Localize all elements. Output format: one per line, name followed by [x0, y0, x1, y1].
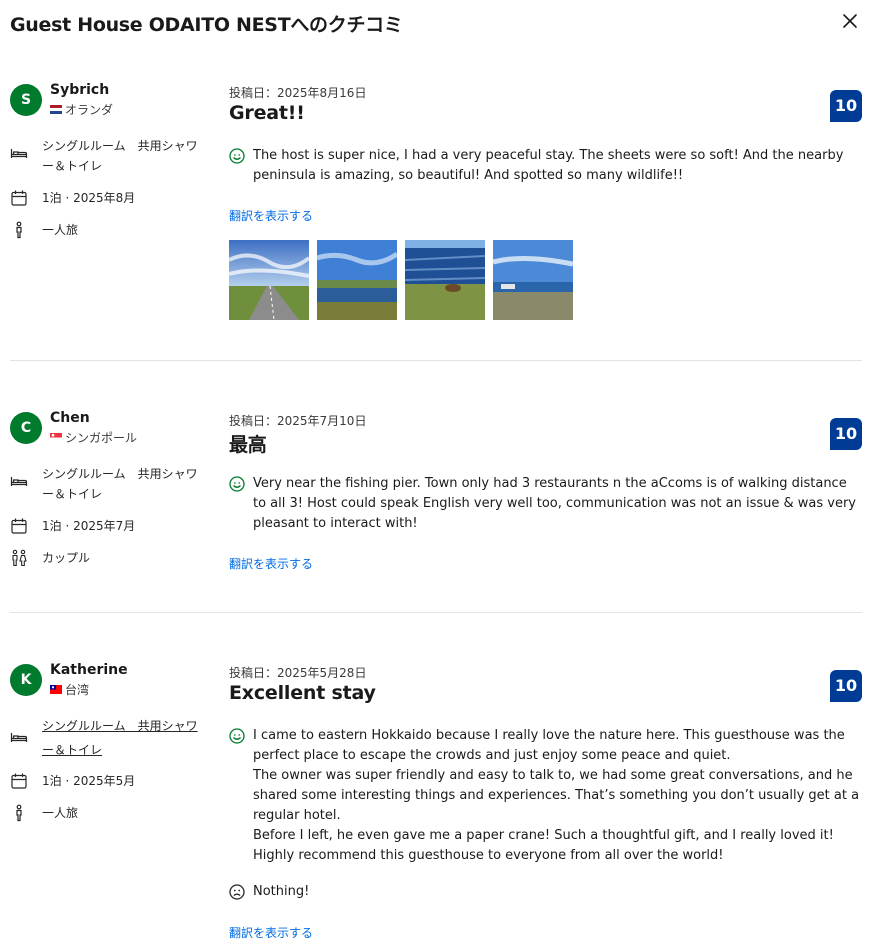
- positive-text: The host is super nice, I had a very pea…: [253, 148, 844, 183]
- positive-text: I came to eastern Hokkaido because I rea…: [253, 728, 860, 863]
- reviewer-name: Katherine: [50, 662, 128, 678]
- show-translation-link[interactable]: 翻訳を表示する: [229, 924, 313, 941]
- review-title: Great!!: [229, 102, 305, 124]
- room-type: シングルルーム 共用シャワー＆トイレ: [10, 464, 210, 504]
- review-photo[interactable]: [493, 240, 573, 320]
- traveler-type: カップル: [10, 548, 210, 568]
- stay-label: 1泊 · 2025年7月: [42, 519, 136, 533]
- review-date: 投稿日：2025年8月16日: [229, 86, 367, 100]
- stay-label: 1泊 · 2025年5月: [42, 774, 136, 788]
- bed-icon: [10, 477, 28, 486]
- modal-header: Guest House ODAITO NESTへのクチコミ: [10, 8, 865, 38]
- calendar-icon: [11, 518, 27, 534]
- review-photo[interactable]: [229, 240, 309, 320]
- couple-icon: [12, 549, 27, 567]
- reviewer-name: Sybrich: [50, 82, 110, 98]
- room-type-label: シングルルーム 共用シャワー＆トイレ: [42, 139, 198, 173]
- reviewer-country: シンガポール: [50, 429, 137, 446]
- solo-traveler-icon: [16, 804, 22, 822]
- positive-comment: I came to eastern Hokkaido because I rea…: [229, 726, 862, 866]
- happy-face-icon: [229, 476, 245, 492]
- solo-traveler-icon: [16, 221, 22, 239]
- room-type-link[interactable]: シングルルーム 共用シャワー＆トイレ: [42, 714, 202, 762]
- sad-face-icon: [229, 884, 245, 900]
- score-badge: 10: [830, 90, 862, 122]
- traveler-type-label: カップル: [42, 551, 91, 565]
- stay-label: 1泊 · 2025年8月: [42, 191, 136, 205]
- country-label: 台湾: [65, 683, 90, 697]
- score-badge: 10: [830, 418, 862, 450]
- show-translation-link[interactable]: 翻訳を表示する: [229, 555, 313, 572]
- country-label: シンガポール: [65, 431, 138, 445]
- traveler-type: 一人旅: [10, 803, 210, 823]
- country-label: オランダ: [65, 103, 114, 117]
- flag-singapore-icon: [50, 433, 62, 442]
- review-title: Excellent stay: [229, 682, 376, 704]
- divider: [10, 612, 862, 613]
- stay-info: 1泊 · 2025年5月: [10, 771, 210, 791]
- happy-face-icon: [229, 148, 245, 164]
- positive-comment: Very near the fishing pier. Town only ha…: [229, 474, 862, 534]
- calendar-icon: [11, 773, 27, 789]
- score-badge: 10: [830, 670, 862, 702]
- avatar: C: [10, 412, 42, 444]
- review-photo[interactable]: [405, 240, 485, 320]
- close-icon: [843, 14, 857, 28]
- review-date: 投稿日：2025年7月10日: [229, 414, 367, 428]
- positive-text: Very near the fishing pier. Town only ha…: [253, 476, 856, 531]
- positive-comment: The host is super nice, I had a very pea…: [229, 146, 862, 186]
- review-photo[interactable]: [317, 240, 397, 320]
- room-type[interactable]: シングルルーム 共用シャワー＆トイレ: [10, 714, 210, 762]
- traveler-type-label: 一人旅: [42, 806, 79, 820]
- review-date: 投稿日：2025年5月28日: [229, 666, 367, 680]
- negative-text: Nothing!: [253, 884, 310, 899]
- flag-netherlands-icon: [50, 105, 62, 114]
- review-card: K Katherine 台湾 シングルルーム 共用シャワー＆トイレ 1泊 · 2…: [10, 662, 862, 944]
- review-title: 最高: [229, 434, 267, 456]
- flag-taiwan-icon: [50, 685, 62, 694]
- modal-title: Guest House ODAITO NESTへのクチコミ: [10, 14, 403, 36]
- reviewer-country: オランダ: [50, 101, 113, 118]
- avatar: K: [10, 664, 42, 696]
- room-type: シングルルーム 共用シャワー＆トイレ: [10, 136, 210, 176]
- bed-icon: [10, 733, 28, 742]
- reviewer-country: 台湾: [50, 681, 89, 698]
- negative-comment: Nothing!: [229, 882, 862, 902]
- traveler-type-label: 一人旅: [42, 223, 79, 237]
- stay-info: 1泊 · 2025年7月: [10, 516, 210, 536]
- happy-face-icon: [229, 728, 245, 744]
- stay-info: 1泊 · 2025年8月: [10, 188, 210, 208]
- reviewer-name: Chen: [50, 410, 90, 426]
- review-photos: [229, 240, 581, 320]
- traveler-type: 一人旅: [10, 220, 210, 240]
- avatar: S: [10, 84, 42, 116]
- room-type-label: シングルルーム 共用シャワー＆トイレ: [42, 467, 198, 501]
- bed-icon: [10, 149, 28, 158]
- calendar-icon: [11, 190, 27, 206]
- show-translation-link[interactable]: 翻訳を表示する: [229, 207, 313, 224]
- review-card: S Sybrich オランダ シングルルーム 共用シャワー＆トイレ 1泊 · 2…: [10, 82, 862, 324]
- close-button[interactable]: [841, 12, 859, 30]
- review-card: C Chen シンガポール シングルルーム 共用シャワー＆トイレ 1泊 · 20…: [10, 410, 862, 582]
- divider: [10, 360, 862, 361]
